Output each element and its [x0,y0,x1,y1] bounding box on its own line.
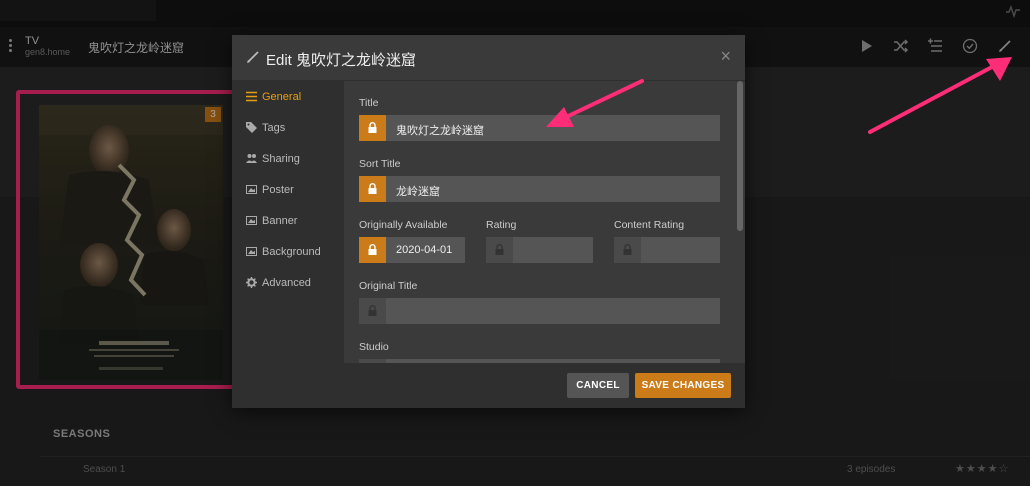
nav-label: Banner [262,215,298,227]
nav-banner[interactable]: Banner [246,213,342,231]
nav-label: Background [262,246,321,258]
save-changes-button[interactable]: SAVE CHANGES [635,373,731,398]
image-icon [246,247,257,256]
original-title-field[interactable] [359,298,720,324]
nav-label: Tags [262,122,286,134]
nav-poster[interactable]: Poster [246,182,342,200]
lock-icon[interactable] [614,237,641,263]
rating-label: Rating [486,219,517,231]
gear-icon [246,277,257,288]
image-icon [246,216,257,225]
originally-available-value: 2020-04-01 [396,244,453,256]
modal-title: Edit 鬼吹灯之龙岭迷窟 [266,52,417,69]
nav-general[interactable]: General [246,89,342,107]
users-icon [246,154,257,163]
lock-icon[interactable] [359,298,386,324]
rating-field[interactable] [486,237,593,263]
lock-icon[interactable] [359,115,386,141]
cancel-button[interactable]: CANCEL [567,373,629,398]
sort-title-label: Sort Title [359,158,401,170]
lock-icon[interactable] [486,237,513,263]
nav-tags[interactable]: Tags [246,120,342,138]
studio-label: Studio [359,341,389,353]
edit-arrow-annotation [868,57,1012,134]
image-icon [246,185,257,194]
form-scrollbar[interactable] [737,81,743,231]
lock-icon[interactable] [359,176,386,202]
nav-label: Sharing [262,153,300,165]
tag-icon [246,122,257,133]
edit-modal: Edit 鬼吹灯之龙岭迷窟 × General Tags Sharing Pos… [232,35,745,408]
pencil-icon [247,51,259,63]
nav-advanced[interactable]: Advanced [246,275,342,293]
originally-available-label: Originally Available [359,219,448,231]
list-icon [246,91,257,102]
modal-header: Edit 鬼吹灯之龙岭迷窟 × [232,35,745,81]
nav-sharing[interactable]: Sharing [246,151,342,169]
sort-title-value: 龙岭迷窟 [396,186,440,198]
title-arrow-annotation [546,79,644,127]
close-icon[interactable]: × [720,47,731,65]
lock-icon[interactable] [359,237,386,263]
sort-title-field[interactable]: 龙岭迷窟 [359,176,720,202]
original-title-label: Original Title [359,280,418,292]
modal-sidebar: General Tags Sharing Poster Banner Backg… [232,81,344,363]
title-label: Title [359,97,379,109]
content-rating-field[interactable] [614,237,720,263]
nav-label: General [262,91,302,103]
nav-label: Advanced [262,277,311,289]
nav-label: Poster [262,184,294,196]
title-value: 鬼吹灯之龙岭迷窟 [396,125,484,137]
nav-background[interactable]: Background [246,244,342,262]
modal-footer: CANCEL SAVE CHANGES [232,363,745,408]
originally-available-field[interactable]: 2020-04-01 [359,237,465,263]
content-rating-label: Content Rating [614,219,685,231]
